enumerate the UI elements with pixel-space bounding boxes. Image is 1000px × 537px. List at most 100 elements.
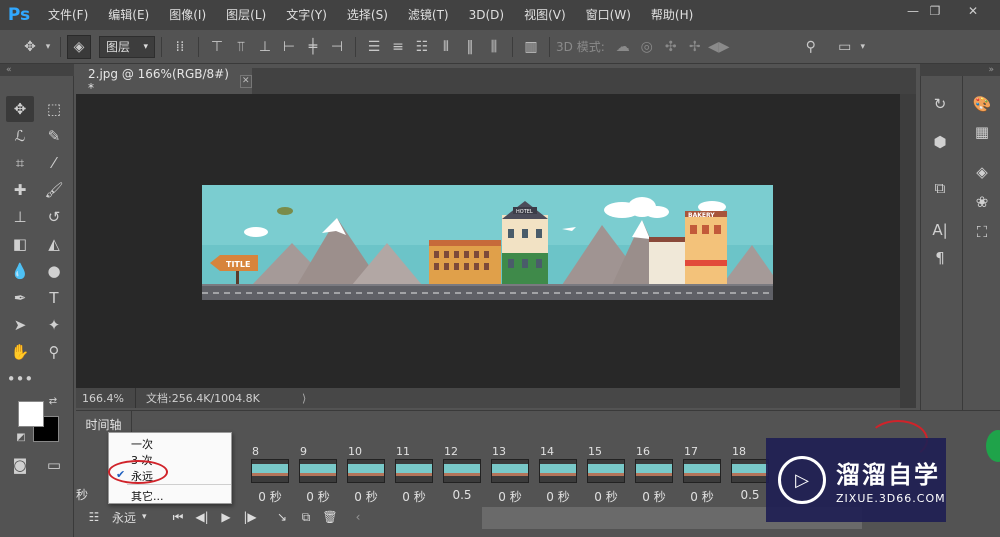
pen-tool-icon[interactable]: ✒ xyxy=(6,285,34,311)
workspace-icon[interactable]: ▭ xyxy=(833,35,857,59)
3d-pan-icon[interactable]: ✣ xyxy=(659,35,683,59)
close-tab-icon[interactable]: ✕ xyxy=(239,74,252,88)
history-panel-icon[interactable]: ↻ xyxy=(928,92,952,116)
menu-3d[interactable]: 3D(D) xyxy=(459,0,514,30)
align-top-icon[interactable]: ⊤ xyxy=(205,35,229,59)
lasso-tool-icon[interactable]: ℒ xyxy=(6,123,34,149)
menu-help[interactable]: 帮助(H) xyxy=(641,0,703,30)
delete-frame-icon[interactable]: 🗑 xyxy=(318,506,342,528)
move-tool-icon[interactable]: ✥ xyxy=(18,35,42,59)
restore-icon[interactable]: ❐ xyxy=(920,0,950,22)
timeline-frame[interactable]: 15 0 秒 xyxy=(584,445,628,507)
align-horizontal-center-icon[interactable]: ╪ xyxy=(301,35,325,59)
blur-tool-icon[interactable]: 💧 xyxy=(6,258,34,284)
align-vertical-center-icon[interactable]: ⫪ xyxy=(229,35,253,59)
frame-delay[interactable]: 0 秒 xyxy=(584,488,628,505)
align-right-icon[interactable]: ⊣ xyxy=(325,35,349,59)
channels-panel-icon[interactable]: ❀ xyxy=(970,190,994,214)
paths-panel-icon[interactable]: ⧉ xyxy=(928,176,952,200)
paragraph-panel-icon[interactable]: ¶ xyxy=(928,246,952,270)
quick-select-tool-icon[interactable]: ✎ xyxy=(40,123,68,149)
menu-edit[interactable]: 编辑(E) xyxy=(98,0,159,30)
distribute-vcenter-icon[interactable]: ≡ xyxy=(386,35,410,59)
distribute-hcenter-icon[interactable]: ‖ xyxy=(458,35,482,59)
healing-brush-tool-icon[interactable]: ✚ xyxy=(6,177,34,203)
3d-roll-icon[interactable]: ◎ xyxy=(635,35,659,59)
status-info-arrow-icon[interactable]: ⟩ xyxy=(302,392,306,405)
auto-align-icon[interactable]: ▥ xyxy=(519,35,543,59)
timeline-frame[interactable]: 16 0 秒 xyxy=(632,445,676,507)
menu-layer[interactable]: 图层(L) xyxy=(216,0,276,30)
document-image[interactable]: TITLE HOTEL BAKERY xyxy=(202,185,773,300)
frame-delay-fragment[interactable]: 秒 xyxy=(76,486,88,503)
frame-delay[interactable]: 0 秒 xyxy=(248,488,292,505)
marquee-tool-icon[interactable]: ⬚ xyxy=(40,96,68,122)
chevron-down-icon[interactable]: ▾ xyxy=(857,35,869,59)
zoom-level[interactable]: 166.4% xyxy=(76,388,136,408)
next-frame-icon[interactable]: |▶ xyxy=(238,506,262,528)
paint-bucket-tool-icon[interactable]: ◭ xyxy=(40,231,68,257)
distribute-top-icon[interactable]: ☰ xyxy=(362,35,386,59)
previous-frame-icon[interactable]: ◀| xyxy=(190,506,214,528)
zoom-tool-icon[interactable]: ⚲ xyxy=(40,339,68,365)
canvas-vertical-scrollbar[interactable] xyxy=(900,94,916,408)
timeline-frame[interactable]: 14 0 秒 xyxy=(536,445,580,507)
layers-panel-icon[interactable]: ◈ xyxy=(970,160,994,184)
frame-delay[interactable]: 0.5 xyxy=(440,488,484,502)
timeline-frame[interactable]: 13 0 秒 xyxy=(488,445,532,507)
history-brush-tool-icon[interactable]: ↺ xyxy=(40,204,68,230)
distribute-left-icon[interactable]: ⦀ xyxy=(434,35,458,59)
menu-file[interactable]: 文件(F) xyxy=(38,0,98,30)
timeline-frame[interactable]: 17 0 秒 xyxy=(680,445,724,507)
swap-colors-icon[interactable]: ⇄ xyxy=(46,394,60,408)
close-icon[interactable]: ✕ xyxy=(958,0,988,22)
default-colors-icon[interactable]: ◩ xyxy=(14,430,28,444)
scroll-left-icon[interactable]: ‹ xyxy=(346,506,370,528)
properties-panel-icon[interactable]: ⛶ xyxy=(970,220,994,244)
crop-tool-icon[interactable]: ⌗ xyxy=(6,150,34,176)
menu-image[interactable]: 图像(I) xyxy=(159,0,216,30)
distribute-right-icon[interactable]: ⫼ xyxy=(482,35,506,59)
3d-slide-icon[interactable]: ✢ xyxy=(683,35,707,59)
character-panel-icon[interactable]: A| xyxy=(928,218,952,242)
tween-icon[interactable]: ↘ xyxy=(270,506,294,528)
3d-scale-icon[interactable]: ◀▶ xyxy=(707,35,731,59)
toolbox-collapse-strip[interactable]: « xyxy=(0,64,74,76)
color-panel-icon[interactable]: 🎨 xyxy=(970,92,994,116)
foreground-color-swatch[interactable] xyxy=(18,401,44,427)
menu-filter[interactable]: 滤镜(T) xyxy=(398,0,459,30)
3d-orbit-icon[interactable]: ☁ xyxy=(611,35,635,59)
auto-select-icon[interactable]: ◈ xyxy=(67,34,91,59)
screen-mode-icon[interactable]: ▭ xyxy=(40,452,68,478)
quick-mask-icon[interactable]: ◙ xyxy=(6,452,34,478)
play-icon[interactable]: ▶ xyxy=(214,506,238,528)
frame-delay[interactable]: 0 秒 xyxy=(392,488,436,505)
clone-stamp-tool-icon[interactable]: ⊥ xyxy=(6,204,34,230)
auto-select-target-dropdown[interactable]: 图层 ▾ xyxy=(99,35,155,58)
align-left-icon[interactable]: ⊢ xyxy=(277,35,301,59)
first-frame-icon[interactable]: ⏮ xyxy=(166,506,190,528)
frame-delay[interactable]: 0 秒 xyxy=(680,488,724,505)
search-icon[interactable]: ⚲ xyxy=(799,35,823,59)
panels-collapse-strip[interactable]: » xyxy=(920,64,1000,76)
menu-window[interactable]: 窗口(W) xyxy=(576,0,641,30)
frame-delay[interactable]: 0 秒 xyxy=(536,488,580,505)
document-tab[interactable]: 2.jpg @ 166%(RGB/8#) * ✕ xyxy=(76,67,252,95)
menu-view[interactable]: 视图(V) xyxy=(514,0,576,30)
timeline-frame[interactable]: 9 0 秒 xyxy=(296,445,340,507)
hand-tool-icon[interactable]: ✋ xyxy=(6,339,34,365)
brush-tool-icon[interactable]: 🖌 xyxy=(40,177,68,203)
timeline-frame[interactable]: 10 0 秒 xyxy=(344,445,388,507)
show-transform-controls-icon[interactable]: ⁞⁞ xyxy=(168,35,192,59)
move-tool-icon[interactable]: ✥ xyxy=(6,96,34,122)
swatches-panel-icon[interactable]: ▦ xyxy=(970,120,994,144)
dodge-tool-icon[interactable]: ● xyxy=(40,258,68,284)
custom-shape-tool-icon[interactable]: ✦ xyxy=(40,312,68,338)
frame-delay[interactable]: 0 秒 xyxy=(296,488,340,505)
eyedropper-tool-icon[interactable]: ⁄ xyxy=(40,150,68,176)
chevron-down-icon[interactable]: ▾ xyxy=(42,35,54,59)
timeline-frame[interactable]: 12 0.5 xyxy=(440,445,484,507)
more-tools-icon[interactable]: ••• xyxy=(6,366,34,392)
frame-delay[interactable]: 0 秒 xyxy=(632,488,676,505)
frame-delay[interactable]: 0 秒 xyxy=(488,488,532,505)
